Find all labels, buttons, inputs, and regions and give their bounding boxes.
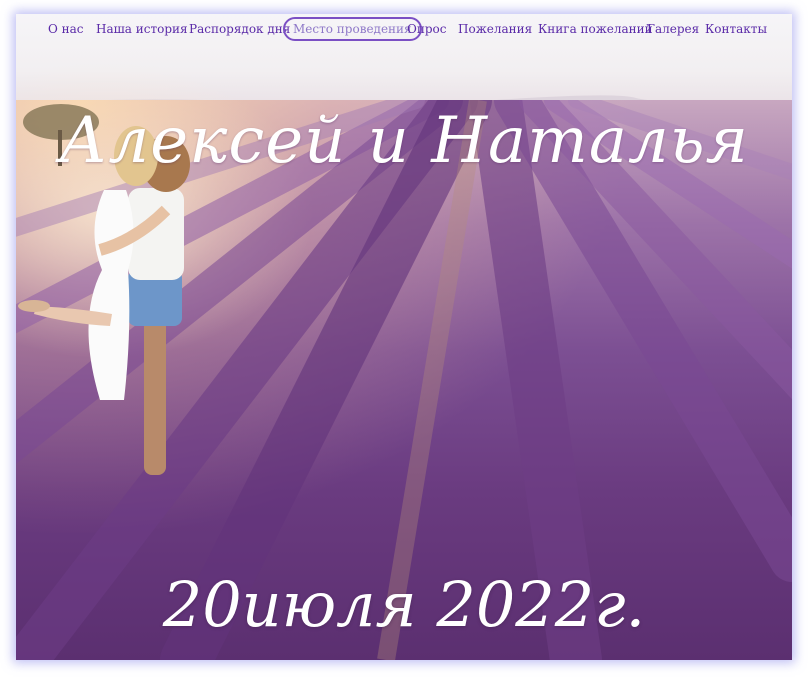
nav-item-contacts[interactable]: Контакты <box>705 22 767 36</box>
couple-names-title: Алексей и Наталья <box>59 104 749 178</box>
nav-item-about[interactable]: О нас <box>48 22 84 36</box>
nav-item-venue[interactable]: Место проведения <box>283 17 422 41</box>
nav-item-schedule[interactable]: Распорядок дня <box>189 22 290 36</box>
nav-item-gallery[interactable]: Галерея <box>647 22 699 36</box>
nav-item-poll[interactable]: Опрос <box>407 22 446 36</box>
nav-item-our-story[interactable]: Наша история <box>96 22 188 36</box>
nav-item-wishes[interactable]: Пожелания <box>458 22 532 36</box>
wedding-date: 20июля 2022г. <box>162 568 646 641</box>
nav-item-guestbook[interactable]: Книга пожеланий <box>538 22 653 36</box>
main-nav: О нас Наша история Распорядок дня Место … <box>0 4 808 41</box>
